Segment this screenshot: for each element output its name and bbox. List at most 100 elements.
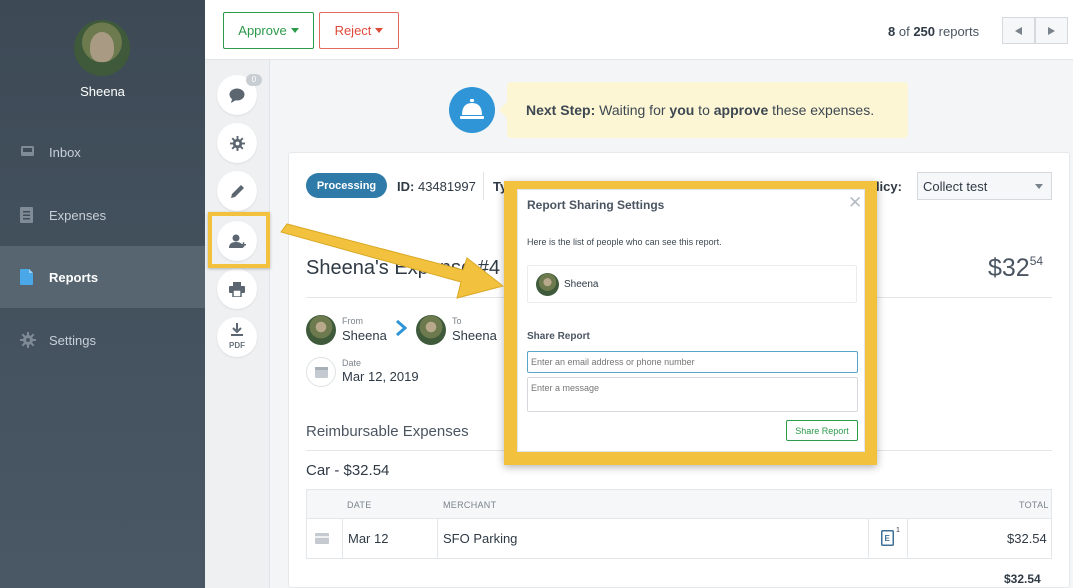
column-header-merchant: MERCHANT (443, 500, 497, 510)
divider (437, 519, 438, 559)
receipt-count: 1 (896, 527, 900, 534)
expense-table-header: DATE MERCHANT TOTAL (306, 489, 1052, 519)
next-step-approve: approve (713, 102, 769, 118)
settings-button[interactable] (217, 123, 257, 163)
modal-title: Report Sharing Settings (527, 198, 665, 212)
next-report-button[interactable] (1035, 17, 1068, 44)
svg-text:E: E (885, 534, 891, 543)
bell-icon (460, 99, 484, 119)
report-amount: $3254 (988, 254, 1043, 283)
next-step-text: these expenses. (768, 102, 875, 118)
category-title: Car - $32.54 (306, 462, 390, 479)
date-label: Date (342, 358, 362, 368)
sidebar-item-reports[interactable]: Reports (0, 246, 205, 308)
report-id-value: 43481997 (417, 179, 476, 194)
divider (342, 519, 343, 559)
close-icon[interactable]: ✕ (848, 194, 862, 211)
next-step-text: to (694, 102, 714, 118)
row-merchant: SFO Parking (443, 531, 518, 546)
avatar (416, 315, 446, 345)
comment-count-badge: 0 (246, 74, 262, 86)
print-button[interactable] (217, 269, 257, 309)
chevron-down-icon (375, 28, 384, 33)
table-row[interactable]: Mar 12 SFO Parking E 1 $32.54 (306, 519, 1052, 559)
reject-button[interactable]: Reject (319, 12, 399, 49)
report-sharing-modal: Report Sharing Settings ✕ Here is the li… (517, 189, 865, 452)
reject-label: Reject (334, 23, 372, 38)
prev-report-button[interactable] (1002, 17, 1035, 44)
share-report-button[interactable]: Share Report (786, 420, 858, 441)
user-avatar[interactable] (74, 20, 130, 76)
modal-description: Here is the list of people who can see t… (527, 237, 722, 247)
comment-icon (229, 88, 245, 103)
sidebar-item-label: Expenses (49, 207, 107, 223)
divider (483, 172, 484, 200)
row-date: Mar 12 (348, 531, 389, 546)
receipt-icon[interactable]: E (881, 530, 894, 551)
next-step-you: you (669, 102, 695, 118)
pager-unit: reports (938, 24, 980, 39)
to-label: To (452, 316, 462, 326)
message-field[interactable] (527, 377, 858, 412)
approve-button[interactable]: Approve (223, 12, 314, 49)
pencil-icon (230, 184, 244, 198)
shared-person-name: Sheena (564, 279, 599, 290)
divider (868, 519, 869, 559)
sidebar-item-label: Inbox (49, 144, 81, 160)
download-pdf-button[interactable]: PDF (217, 317, 257, 357)
pager-of: of (898, 24, 910, 39)
approve-label: Approve (238, 23, 287, 38)
chevron-down-icon (1035, 184, 1043, 189)
amount-cents: 54 (1029, 254, 1044, 268)
row-total: $32.54 (1007, 531, 1047, 546)
report-id-label: ID: (397, 179, 415, 194)
status-badge: Processing (306, 173, 387, 198)
sidebar: Sheena Inbox Expenses Reports Settings (0, 0, 205, 588)
avatar (536, 273, 559, 296)
to-name: Sheena (452, 328, 497, 343)
user-name: Sheena (80, 84, 125, 99)
reports-icon (20, 269, 34, 285)
sidebar-item-inbox[interactable]: Inbox (0, 121, 205, 183)
row-card-icon (315, 531, 329, 549)
pager-current: 8 (888, 24, 896, 39)
edit-button[interactable] (217, 171, 257, 211)
date-value: Mar 12, 2019 (342, 369, 419, 384)
gear-icon (229, 135, 245, 151)
report-id: ID: 43481997 (397, 179, 476, 194)
from-name: Sheena (342, 328, 387, 343)
policy-value: Collect test (923, 179, 988, 194)
share-icon-highlight (208, 212, 270, 268)
policy-select[interactable]: Collect test (917, 172, 1052, 200)
next-step-prefix: Next Step: (526, 102, 596, 118)
from-label: From (342, 316, 363, 326)
divider (907, 519, 908, 559)
chevron-right-icon (395, 319, 408, 343)
action-rail: PDF (205, 60, 270, 588)
pdf-label: PDF (229, 341, 245, 350)
sidebar-item-settings[interactable]: Settings (0, 309, 205, 371)
next-step-bell (449, 87, 495, 133)
next-step-banner: Next Step: Waiting for you to approve th… (499, 82, 908, 138)
column-header-date: DATE (347, 500, 372, 510)
chevron-right-icon (1048, 26, 1055, 35)
printer-icon (229, 281, 245, 297)
pager-total: 250 (913, 24, 936, 39)
email-field[interactable] (527, 351, 858, 373)
chevron-left-icon (1015, 26, 1022, 35)
pager-status: 8 of 250 reports (888, 24, 979, 39)
chevron-down-icon (290, 28, 299, 33)
next-step-text: Waiting for (595, 102, 670, 118)
share-report-label: Share Report (527, 331, 590, 342)
sidebar-item-expenses[interactable]: Expenses (0, 184, 205, 246)
gear-icon (20, 332, 36, 348)
avatar (306, 315, 336, 345)
calendar-icon (306, 357, 336, 387)
column-header-total: TOTAL (1019, 500, 1049, 510)
download-icon (231, 323, 243, 336)
sidebar-item-label: Settings (49, 332, 96, 348)
grand-total: $32.54 (1004, 572, 1041, 586)
expenses-icon (20, 207, 34, 223)
sidebar-item-label: Reports (49, 269, 99, 285)
inbox-icon (20, 144, 34, 160)
